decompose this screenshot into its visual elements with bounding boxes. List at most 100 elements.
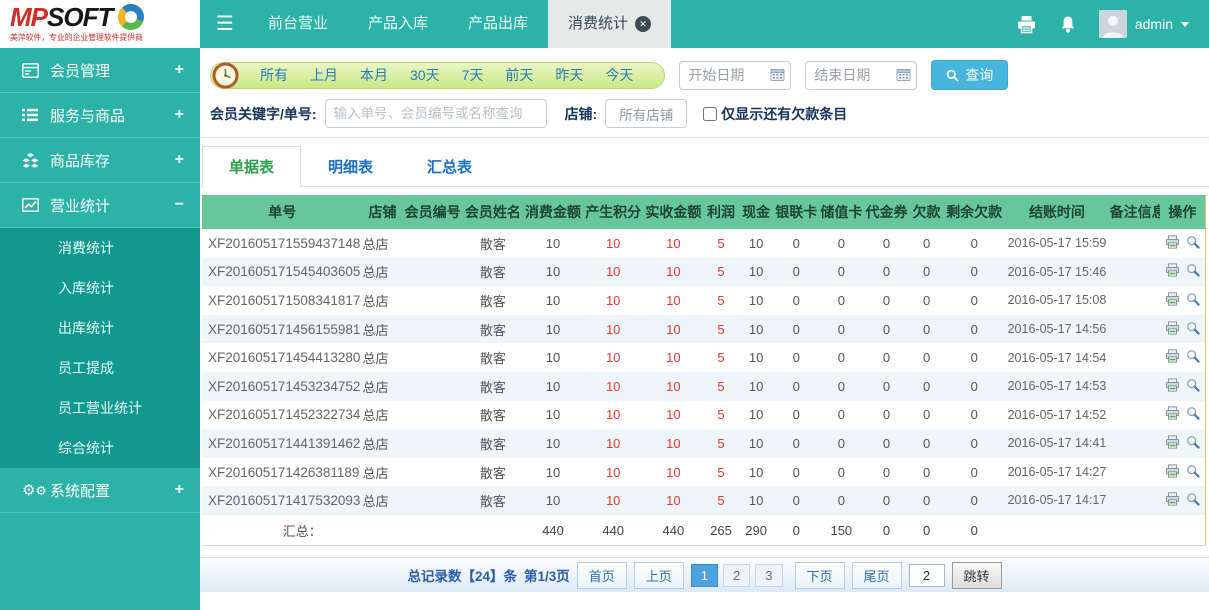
row-print-icon[interactable] <box>1165 292 1180 309</box>
row-print-icon[interactable] <box>1165 492 1180 509</box>
row-print-icon[interactable] <box>1165 263 1180 280</box>
last-page-button[interactable]: 尾页 <box>852 562 902 589</box>
top-nav-tab-active[interactable]: 消费统计 <box>548 0 671 48</box>
row-print-icon[interactable] <box>1165 321 1180 338</box>
cell-time: 2016-05-17 14:27 <box>1004 458 1109 487</box>
quick-range-link[interactable]: 本月 <box>360 67 388 83</box>
row-detail-icon[interactable] <box>1186 406 1200 423</box>
top-nav-item[interactable]: 产品出库 <box>448 0 548 48</box>
cell-ops <box>1160 343 1205 372</box>
cell-member_name: 散客 <box>463 286 523 315</box>
row-detail-icon[interactable] <box>1186 464 1200 481</box>
top-nav-item[interactable]: 产品入库 <box>348 0 448 48</box>
quick-range-link[interactable]: 7天 <box>462 67 484 83</box>
quick-range-links: 所有 上月 本月 30天 7天 前天 昨天 今天 <box>249 65 644 85</box>
cell-remaining_debt: 0 <box>944 315 1004 344</box>
expand-icon: + <box>175 61 184 79</box>
page-button[interactable]: 3 <box>755 564 782 587</box>
sidebar-subitem[interactable]: 综合统计 <box>0 428 200 468</box>
tab-close-icon[interactable] <box>635 16 651 32</box>
cell-ops <box>1160 486 1205 515</box>
top-nav-item[interactable]: 前台营业 <box>248 0 348 48</box>
keyword-input[interactable] <box>325 99 547 128</box>
sidebar-item[interactable]: 服务与商品+ <box>0 93 200 138</box>
row-print-icon[interactable] <box>1165 464 1180 481</box>
calendar-icon[interactable] <box>896 68 911 86</box>
cell-points: 10 <box>583 258 643 287</box>
sidebar-item[interactable]: 营业统计− <box>0 183 200 228</box>
sidebar-subitem[interactable]: 入库统计 <box>0 268 200 308</box>
sidebar-subitem[interactable]: 出库统计 <box>0 308 200 348</box>
cell-remaining_debt: 0 <box>944 229 1004 258</box>
cell-ops <box>1160 258 1205 287</box>
cell-received: 10 <box>643 229 703 258</box>
jump-button[interactable]: 跳转 <box>952 562 1002 589</box>
quick-range-link[interactable]: 今天 <box>605 67 633 83</box>
hamburger-menu-icon[interactable]: ☰ <box>200 0 248 48</box>
cell-remaining_debt: 0 <box>944 258 1004 287</box>
bell-icon[interactable] <box>1059 15 1077 34</box>
quick-range-link[interactable]: 30天 <box>410 67 440 83</box>
cell-points: 10 <box>583 486 643 515</box>
next-page-button[interactable]: 下页 <box>795 562 845 589</box>
tab-detail-list[interactable]: 明细表 <box>301 146 400 187</box>
row-detail-icon[interactable] <box>1186 492 1200 509</box>
page-button-active[interactable]: 1 <box>691 564 718 587</box>
row-detail-icon[interactable] <box>1186 435 1200 452</box>
row-detail-icon[interactable] <box>1186 263 1200 280</box>
row-detail-icon[interactable] <box>1186 378 1200 395</box>
row-detail-icon[interactable] <box>1186 235 1200 252</box>
cell-amount: 10 <box>523 429 583 458</box>
column-header-voucher: 代金券 <box>864 195 909 229</box>
page-button[interactable]: 2 <box>723 564 750 587</box>
cell-order_no: XF201605171559437148 <box>202 229 362 258</box>
table-row: XF201605171456155981总店散客1010105100000020… <box>202 315 1205 344</box>
sidebar-item-label: 服务与商品 <box>50 105 175 126</box>
prev-page-button[interactable]: 上页 <box>634 562 684 589</box>
sidebar-subitem-active[interactable]: 消费统计 <box>0 228 200 268</box>
sidebar-item[interactable]: ⚙⚙系统配置+ <box>0 468 200 513</box>
cell-note <box>1110 486 1160 515</box>
debt-only-checkbox[interactable] <box>703 107 717 121</box>
summary-row: 汇总：4404404402652900150000 <box>202 515 1205 546</box>
print-icon[interactable] <box>1016 15 1037 34</box>
cell-order_no: XF201605171426381189 <box>202 458 362 487</box>
quick-date-pill: 所有 上月 本月 30天 7天 前天 昨天 今天 <box>210 62 665 89</box>
tab-order-list[interactable]: 单据表 <box>202 146 301 187</box>
quick-range-link[interactable]: 昨天 <box>555 67 583 83</box>
store-label: 店铺: <box>565 104 598 124</box>
quick-range-link[interactable]: 上月 <box>310 67 338 83</box>
row-print-icon[interactable] <box>1165 406 1180 423</box>
search-button[interactable]: 查询 <box>931 60 1008 90</box>
cell-ops <box>1160 458 1205 487</box>
row-detail-icon[interactable] <box>1186 349 1200 366</box>
sidebar-subitem[interactable]: 员工提成 <box>0 348 200 388</box>
table-row: XF201605171559437148总店散客1010105100000020… <box>202 229 1205 258</box>
quick-range-link[interactable]: 所有 <box>260 67 288 83</box>
sidebar-item[interactable]: 会员管理+ <box>0 48 200 93</box>
cell-received: 10 <box>643 429 703 458</box>
row-detail-icon[interactable] <box>1186 321 1200 338</box>
cell-profit: 5 <box>703 401 738 430</box>
cell-member_no <box>403 458 463 487</box>
first-page-button[interactable]: 首页 <box>577 562 627 589</box>
user-menu[interactable]: admin <box>1099 10 1189 38</box>
cell-debt: 0 <box>909 401 944 430</box>
sidebar-submenu: 消费统计入库统计出库统计员工提成员工营业统计综合统计 <box>0 228 200 468</box>
sidebar-subitem[interactable]: 员工营业统计 <box>0 388 200 428</box>
cell-time: 2016-05-17 14:17 <box>1004 486 1109 515</box>
row-print-icon[interactable] <box>1165 235 1180 252</box>
tab-summary-list[interactable]: 汇总表 <box>400 146 499 187</box>
row-print-icon[interactable] <box>1165 349 1180 366</box>
calendar-icon[interactable] <box>770 68 785 86</box>
row-detail-icon[interactable] <box>1186 292 1200 309</box>
cell-member_name: 散客 <box>463 486 523 515</box>
row-print-icon[interactable] <box>1165 378 1180 395</box>
quick-range-link[interactable]: 前天 <box>505 67 533 83</box>
jump-page-input[interactable] <box>909 564 945 587</box>
sidebar-item[interactable]: 商品库存+ <box>0 138 200 183</box>
store-select-button[interactable]: 所有店铺 <box>605 99 687 128</box>
row-print-icon[interactable] <box>1165 435 1180 452</box>
top-bar: MPSOFT 美萍软件，专业的企业管理软件提供商 ☰ 前台营业产品入库产品出库消… <box>0 0 1209 48</box>
cell-member_no <box>403 229 463 258</box>
